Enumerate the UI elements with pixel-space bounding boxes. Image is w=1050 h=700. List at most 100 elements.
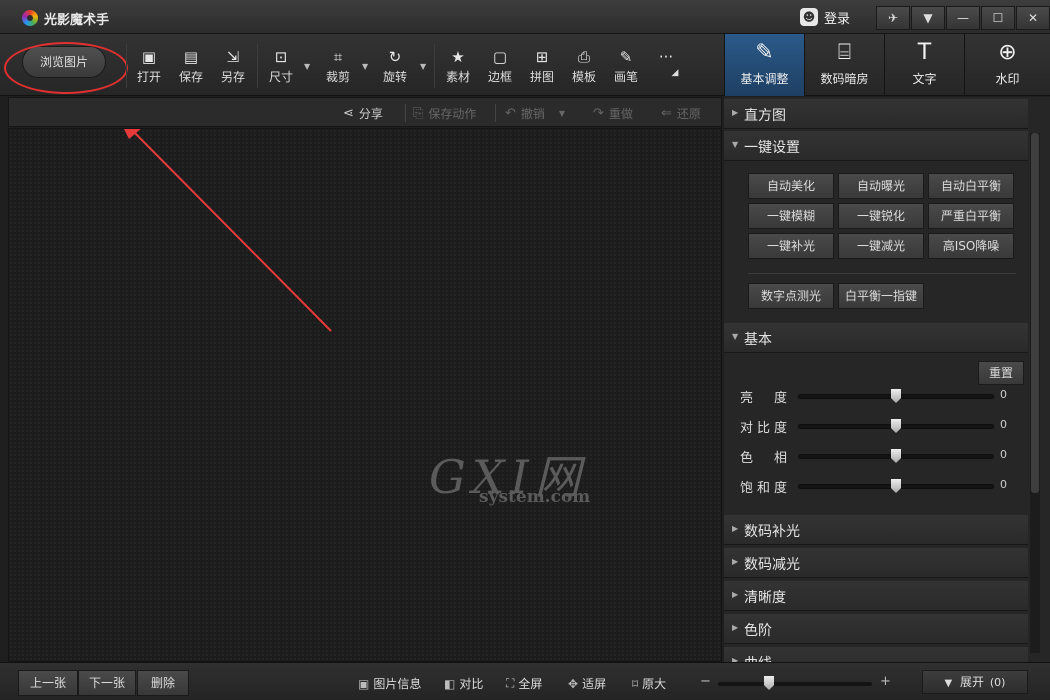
template-button[interactable]: ⎙ 模板 — [566, 48, 602, 88]
original-size-button[interactable]: ⌑ 原大 — [632, 675, 666, 692]
share-button[interactable]: ⋖ 分享 — [343, 105, 383, 122]
title-bar: 光影魔术手 ☻ 登录 ✈ ▼ — ☐ ✕ — [0, 0, 1050, 34]
toolbar-divider — [434, 44, 435, 88]
slider-thumb[interactable] — [891, 419, 901, 433]
skin-icon[interactable]: ✈ — [876, 6, 910, 30]
delete-button[interactable]: 删除 — [137, 670, 189, 696]
high-iso-denoise-button[interactable]: 高ISO降噪 — [928, 233, 1014, 259]
minimize-icon[interactable]: — — [946, 6, 980, 30]
auto-beautify-button[interactable]: 自动美化 — [748, 173, 834, 199]
image-info-button[interactable]: ▣ 图片信息 — [358, 675, 421, 692]
auto-exposure-button[interactable]: 自动曝光 — [838, 173, 924, 199]
right-tab-bar: ✎ 基本调整 ⌸ 数码暗房 T 文字 ⊕ 水印 — [724, 34, 1050, 96]
action-bar: ⋖ 分享 ⎘ 保存动作 ↶ 撤销 ▼ ↷ 重做 ⇐ 还原 — [8, 97, 722, 127]
user-face-icon: ☻ — [800, 8, 818, 26]
rotate-icon: ↻ — [388, 48, 402, 66]
brush-icon: ✎ — [619, 48, 633, 66]
maximize-icon[interactable]: ☐ — [981, 6, 1015, 30]
one-click-sharpen-button[interactable]: 一键锐化 — [838, 203, 924, 229]
next-image-button[interactable]: 下一张 — [78, 670, 136, 696]
action-divider — [495, 104, 496, 122]
window-controls: ✈ ▼ — ☐ ✕ — [876, 6, 1050, 30]
image-canvas[interactable]: GXI网 system.com — [8, 128, 722, 662]
tab-watermark[interactable]: ⊕ 水印 — [964, 34, 1050, 96]
spot-metering-button[interactable]: 数字点测光 — [748, 283, 834, 309]
tab-basic-adjust[interactable]: ✎ 基本调整 — [724, 34, 804, 96]
one-click-blur-button[interactable]: 一键模糊 — [748, 203, 834, 229]
rotate-dropdown-icon[interactable]: ▼ — [420, 62, 426, 71]
reduce-light-button[interactable]: 一键减光 — [838, 233, 924, 259]
brightness-slider[interactable]: 亮 度 0 — [724, 384, 1028, 408]
undo-dropdown-icon[interactable]: ▼ — [559, 109, 565, 118]
zoom-out-icon[interactable]: − — [700, 674, 711, 689]
zoom-slider-thumb[interactable] — [764, 676, 774, 690]
slider-thumb[interactable] — [891, 389, 901, 403]
close-icon[interactable]: ✕ — [1016, 6, 1050, 30]
tab-digital-darkroom[interactable]: ⌸ 数码暗房 — [804, 34, 884, 96]
collapse-down-icon: ▼ — [732, 332, 739, 341]
saturation-slider[interactable]: 饱和度 0 — [724, 474, 1028, 498]
action-divider — [405, 104, 406, 122]
section-levels[interactable]: ▶ 色阶 — [724, 614, 1028, 644]
menu-icon[interactable]: ▼ — [911, 6, 945, 30]
save-as-button[interactable]: ⇲ 另存 — [215, 48, 251, 88]
panel-divider — [748, 273, 1016, 274]
prev-image-button[interactable]: 上一张 — [18, 670, 78, 696]
restore-button[interactable]: ⇐ 还原 — [661, 105, 701, 122]
section-fill-light[interactable]: ▶ 数码补光 — [724, 515, 1028, 545]
brush-button[interactable]: ✎ 画笔 — [608, 48, 644, 88]
save-as-icon: ⇲ — [226, 48, 240, 66]
app-window: 光影魔术手 ☻ 登录 ✈ ▼ — ☐ ✕ 浏览图片 ▣ 打开 ▤ 保存 ⇲ 另存 — [0, 0, 1050, 700]
fill-light-button[interactable]: 一键补光 — [748, 233, 834, 259]
zoom-in-icon[interactable]: + — [880, 674, 891, 689]
collage-button[interactable]: ⊞ 拼图 — [524, 48, 560, 88]
contrast-slider[interactable]: 对比度 0 — [724, 414, 1028, 438]
severe-white-balance-button[interactable]: 严重白平衡 — [928, 203, 1014, 229]
section-clarity[interactable]: ▶ 清晰度 — [724, 581, 1028, 611]
reset-button[interactable]: 重置 — [978, 361, 1024, 385]
slider-thumb[interactable] — [891, 479, 901, 493]
auto-white-balance-button[interactable]: 自动白平衡 — [928, 173, 1014, 199]
resize-dropdown-icon[interactable]: ▼ — [304, 62, 310, 71]
crop-button[interactable]: ⌗ 裁剪 — [320, 48, 356, 88]
crop-dropdown-icon[interactable]: ▼ — [362, 62, 368, 71]
redo-button[interactable]: ↷ 重做 — [593, 105, 633, 122]
resize-button[interactable]: ⊡ 尺寸 — [263, 48, 299, 88]
image-info-icon: ▣ — [358, 676, 370, 691]
share-icon: ⋖ — [343, 106, 354, 121]
fit-screen-button[interactable]: ✥ 适屏 — [568, 675, 606, 692]
login-button[interactable]: ☻ 登录 — [800, 6, 850, 28]
section-basic[interactable]: ▼ 基本 — [724, 323, 1028, 353]
tab-text[interactable]: T 文字 — [884, 34, 964, 96]
template-icon: ⎙ — [577, 48, 590, 66]
more-tools-button[interactable]: ··· ◢ — [648, 48, 684, 88]
adjust-panel: ▶ 直方图 ▼ 一键设置 自动美化 自动曝光 自动白平衡 一键模糊 一键锐化 严… — [724, 97, 1050, 662]
expand-corner-icon: ◢ — [671, 68, 679, 78]
section-one-click[interactable]: ▼ 一键设置 — [724, 131, 1028, 161]
border-button[interactable]: ▢ 边框 — [482, 48, 518, 88]
material-button[interactable]: ★ 素材 — [440, 48, 476, 88]
browse-images-button[interactable]: 浏览图片 — [22, 46, 106, 78]
zoom-slider-track[interactable] — [718, 682, 872, 686]
slider-thumb[interactable] — [891, 449, 901, 463]
scrollbar-thumb[interactable] — [1031, 133, 1039, 493]
camera-icon: ⌸ — [837, 40, 852, 65]
compare-button[interactable]: ◧ 对比 — [444, 675, 483, 692]
section-histogram[interactable]: ▶ 直方图 — [724, 99, 1028, 129]
section-reduce-light[interactable]: ▶ 数码减光 — [724, 548, 1028, 578]
fullscreen-button[interactable]: ⛶ 全屏 — [506, 675, 542, 692]
expand-right-icon: ▶ — [732, 590, 739, 599]
rotate-button[interactable]: ↻ 旋转 — [377, 48, 413, 88]
save-button[interactable]: ▤ 保存 — [173, 48, 209, 88]
section-curves[interactable]: ▶ 曲线 — [724, 647, 1028, 662]
border-icon: ▢ — [492, 48, 508, 66]
hue-slider[interactable]: 色 相 0 — [724, 444, 1028, 468]
white-balance-picker-button[interactable]: 白平衡一指键 — [838, 283, 924, 309]
panel-scrollbar[interactable] — [1030, 133, 1040, 653]
open-button[interactable]: ▣ 打开 — [131, 48, 167, 88]
red-arrow-annotation — [124, 129, 332, 332]
save-action-button[interactable]: ⎘ 保存动作 — [413, 105, 476, 122]
expand-filmstrip-button[interactable]: ▼ 展开 (0) — [922, 670, 1028, 694]
watermark-add-icon: ⊕ — [998, 40, 1017, 65]
undo-button[interactable]: ↶ 撤销 ▼ — [505, 105, 565, 122]
